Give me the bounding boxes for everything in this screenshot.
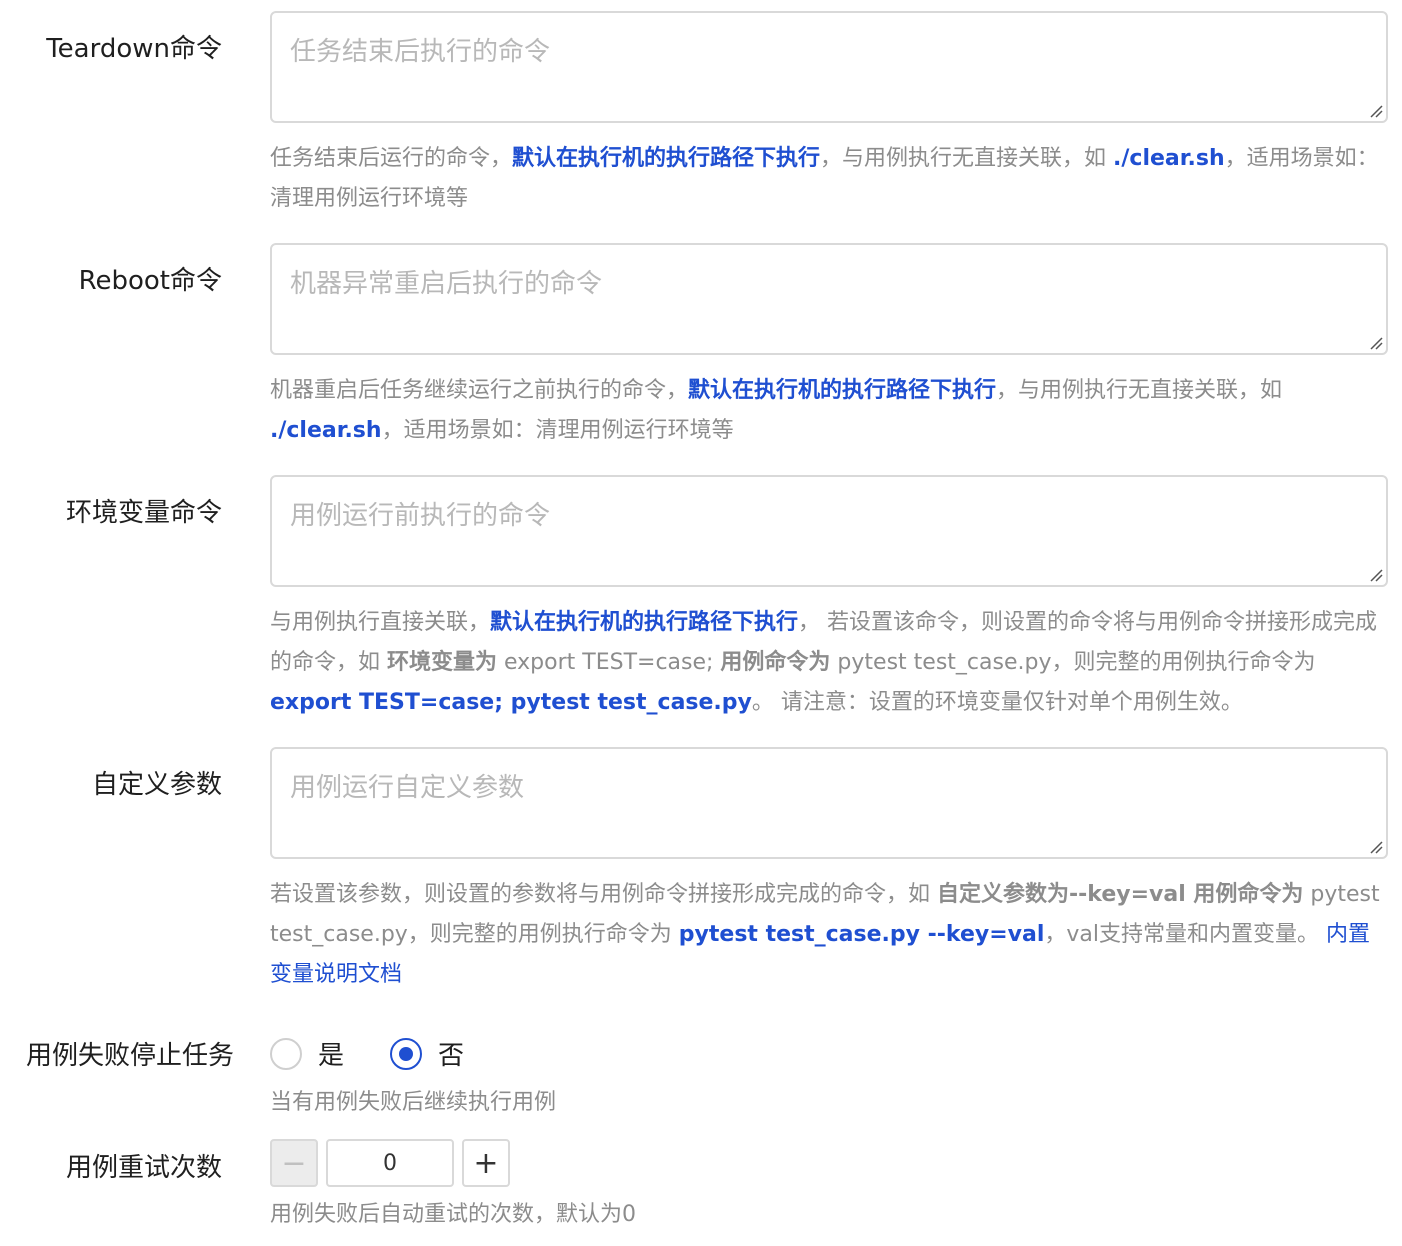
help-text: ，与用例执行无直接关联，如 <box>820 146 1114 171</box>
teardown-placeholder: 任务结束后执行的命令 <box>290 37 551 67</box>
help-highlight: ./clear.sh <box>270 418 382 443</box>
help-text: 。 请注意：设置的环境变量仅针对单个用例生效。 <box>751 690 1243 715</box>
help-highlight: pytest test_case.py --key=val <box>678 922 1045 947</box>
resize-handle-icon[interactable] <box>1369 840 1383 854</box>
custom-textarea[interactable]: 用例运行自定义参数 <box>270 747 1388 859</box>
help-text: ，适用场景如：清理用例运行环境等 <box>381 418 734 443</box>
help-text: ，与用例执行无直接关联，如 <box>996 378 1283 403</box>
help-text: 若设置该参数，则设置的参数将与用例命令拼接形成完成的命令，如 <box>270 882 937 907</box>
radio-circle-checked[interactable] <box>390 1037 423 1070</box>
radio-label-no: 否 <box>438 1041 465 1071</box>
resize-handle-icon[interactable] <box>1369 336 1383 350</box>
help-bold: 环境变量为 <box>387 650 498 675</box>
help-text: 任务结束后运行的命令， <box>270 146 513 171</box>
help-bold: --key=val <box>1069 882 1194 907</box>
reboot-textarea[interactable]: 机器异常重启后执行的命令 <box>270 243 1388 355</box>
help-text: export TEST=case; <box>497 650 721 675</box>
teardown-textarea[interactable]: 任务结束后执行的命令 <box>270 11 1388 123</box>
teardown-control: 任务结束后执行的命令 <box>270 11 1388 123</box>
custom-help: 若设置该参数，则设置的参数将与用例命令拼接形成完成的命令，如 自定义参数为--k… <box>270 875 1388 995</box>
reboot-label: Reboot命令 <box>78 266 222 296</box>
custom-control: 用例运行自定义参数 <box>270 747 1388 859</box>
radio-option-yes[interactable]: 是 <box>270 1035 344 1072</box>
help-text: 与用例执行直接关联， <box>270 610 491 635</box>
retry-stepper: − 0 + <box>270 1139 510 1187</box>
stop-on-fail-help: 当有用例失败后继续执行用例 <box>270 1090 557 1115</box>
reboot-control: 机器异常重启后执行的命令 <box>270 243 1388 355</box>
radio-option-no[interactable]: 否 <box>390 1035 464 1072</box>
help-bold: 用例命令为 <box>720 650 831 675</box>
resize-handle-icon[interactable] <box>1369 104 1383 118</box>
env-textarea[interactable]: 用例运行前执行的命令 <box>270 475 1388 587</box>
help-highlight: 默认在执行机的执行路径下执行 <box>490 610 799 635</box>
retry-label: 用例重试次数 <box>65 1153 222 1183</box>
retry-count-input[interactable]: 0 <box>326 1139 454 1187</box>
help-highlight: ./clear.sh <box>1113 146 1225 171</box>
help-highlight: export TEST=case; pytest test_case.py <box>270 690 752 715</box>
env-control: 用例运行前执行的命令 <box>270 475 1388 587</box>
help-bold: 用例命令为 <box>1193 882 1304 907</box>
stop-on-fail-radio-group: 是 否 <box>270 1035 510 1072</box>
env-label: 环境变量命令 <box>65 498 222 528</box>
help-text: pytest test_case.py，则完整的用例执行命令为 <box>830 650 1316 675</box>
retry-help: 用例失败后自动重试的次数，默认为0 <box>270 1202 636 1227</box>
stop-on-fail-label: 用例失败停止任务 <box>25 1041 234 1071</box>
teardown-help: 任务结束后运行的命令，默认在执行机的执行路径下执行，与用例执行无直接关联，如 .… <box>270 139 1388 219</box>
env-placeholder: 用例运行前执行的命令 <box>290 501 551 531</box>
reboot-help: 机器重启后任务继续运行之前执行的命令，默认在执行机的执行路径下执行，与用例执行无… <box>270 371 1388 451</box>
decrement-button[interactable]: − <box>270 1139 318 1187</box>
help-text: ，val支持常量和内置变量。 <box>1044 922 1326 947</box>
custom-label: 自定义参数 <box>91 770 222 800</box>
teardown-label: Teardown命令 <box>46 34 222 64</box>
resize-handle-icon[interactable] <box>1369 568 1383 582</box>
radio-circle[interactable] <box>270 1037 302 1070</box>
help-bold: 自定义参数为 <box>937 882 1070 907</box>
help-highlight: 默认在执行机的执行路径下执行 <box>512 146 821 171</box>
help-text: 机器重启后任务继续运行之前执行的命令， <box>270 378 689 403</box>
reboot-placeholder: 机器异常重启后执行的命令 <box>290 269 603 299</box>
custom-placeholder: 用例运行自定义参数 <box>290 773 525 803</box>
help-highlight: 默认在执行机的执行路径下执行 <box>688 378 997 403</box>
env-help: 与用例执行直接关联，默认在执行机的执行路径下执行， 若设置该命令，则设置的命令将… <box>270 603 1388 723</box>
increment-button[interactable]: + <box>462 1139 510 1187</box>
radio-label-yes: 是 <box>318 1041 345 1071</box>
